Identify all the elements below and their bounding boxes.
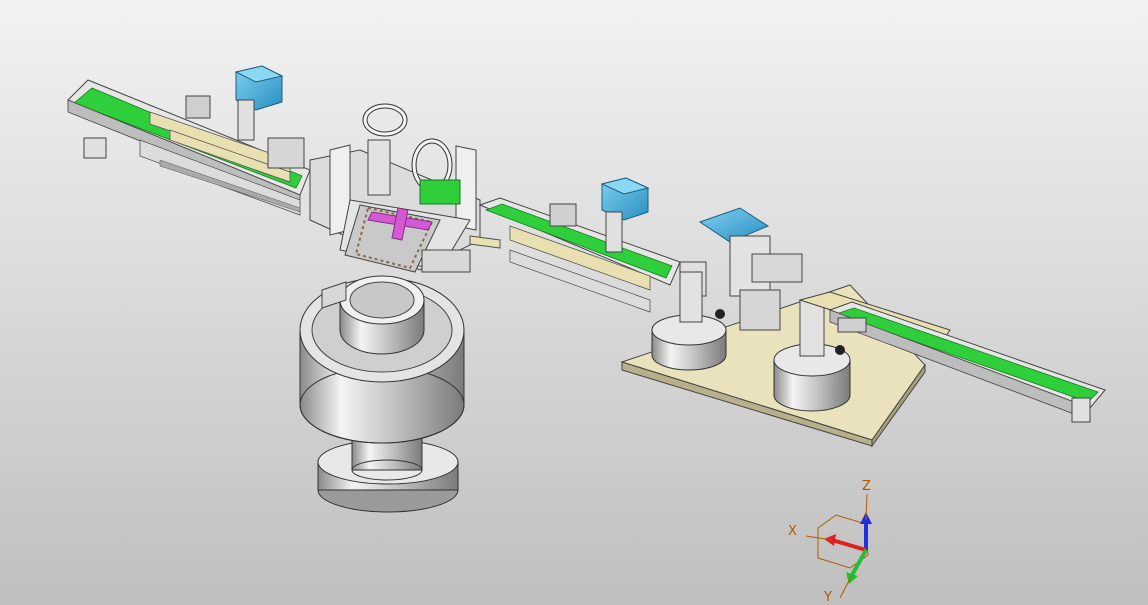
vibratory-bowl-feeder[interactable] bbox=[299, 275, 465, 513]
z-axis-label: Z bbox=[862, 479, 871, 494]
orientation-triad bbox=[805, 493, 872, 599]
cad-viewport[interactable]: X Y Z bbox=[0, 0, 1148, 605]
cad-model-assembly[interactable] bbox=[0, 0, 1148, 605]
round-tanks-platform[interactable] bbox=[620, 271, 926, 448]
x-axis-arrow bbox=[831, 538, 867, 552]
y-axis-arrow bbox=[850, 549, 868, 576]
x-axis-label: X bbox=[788, 524, 797, 539]
transfer-station-center[interactable] bbox=[309, 103, 481, 273]
y-axis-label: Y bbox=[824, 590, 832, 605]
